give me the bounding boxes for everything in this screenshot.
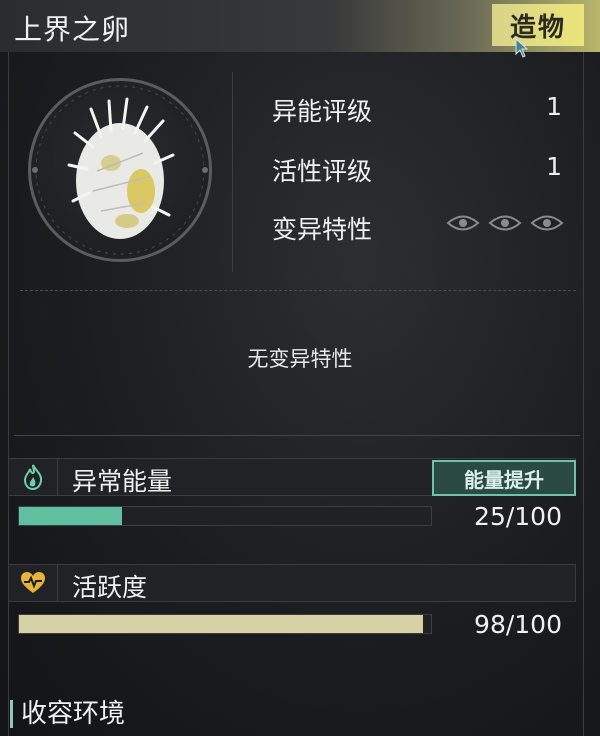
flame-icon — [23, 464, 43, 491]
item-detail-panel: 上界之卵 造物 异能评级 1 活性评级 1 变异特性 无变异特性 异常能量 能量… — [0, 0, 600, 736]
activity-icon-box — [9, 565, 58, 601]
energy-icon-box — [9, 459, 58, 495]
stat-value-ability-rating: 1 — [546, 92, 562, 121]
eye-icon[interactable] — [530, 212, 564, 234]
eye-icon[interactable] — [446, 212, 480, 234]
title-bar: 上界之卵 造物 — [0, 0, 600, 58]
energy-boost-button[interactable]: 能量提升 — [432, 460, 576, 496]
energy-progress-fill — [19, 507, 122, 525]
energy-progress-track — [18, 506, 432, 526]
stat-value-activity-rating: 1 — [546, 152, 562, 181]
item-title: 上界之卵 — [14, 13, 131, 46]
mutation-trait-label: 变异特性 — [272, 215, 373, 244]
energy-value: 25/100 — [474, 502, 562, 531]
heart-pulse-icon — [21, 572, 45, 593]
dashed-divider — [20, 290, 576, 291]
energy-label: 异常能量 — [72, 467, 173, 496]
activity-label: 活跃度 — [72, 573, 148, 602]
creature-portrait — [28, 78, 212, 262]
mutation-slots — [446, 212, 564, 234]
egg-image — [32, 85, 208, 255]
stat-label-ability-rating: 异能评级 — [272, 97, 373, 126]
activity-progress-track — [18, 614, 432, 634]
activity-value: 98/100 — [474, 610, 562, 639]
category-tag-button[interactable]: 造物 — [492, 4, 584, 46]
vertical-divider — [232, 72, 233, 272]
eye-icon[interactable] — [488, 212, 522, 234]
stat-label-activity-rating: 活性评级 — [272, 157, 373, 186]
activity-progress-fill — [19, 615, 423, 633]
section-divider — [14, 435, 580, 436]
no-mutation-text: 无变异特性 — [247, 347, 353, 371]
containment-environment-heading: 收容环境 — [10, 700, 125, 728]
